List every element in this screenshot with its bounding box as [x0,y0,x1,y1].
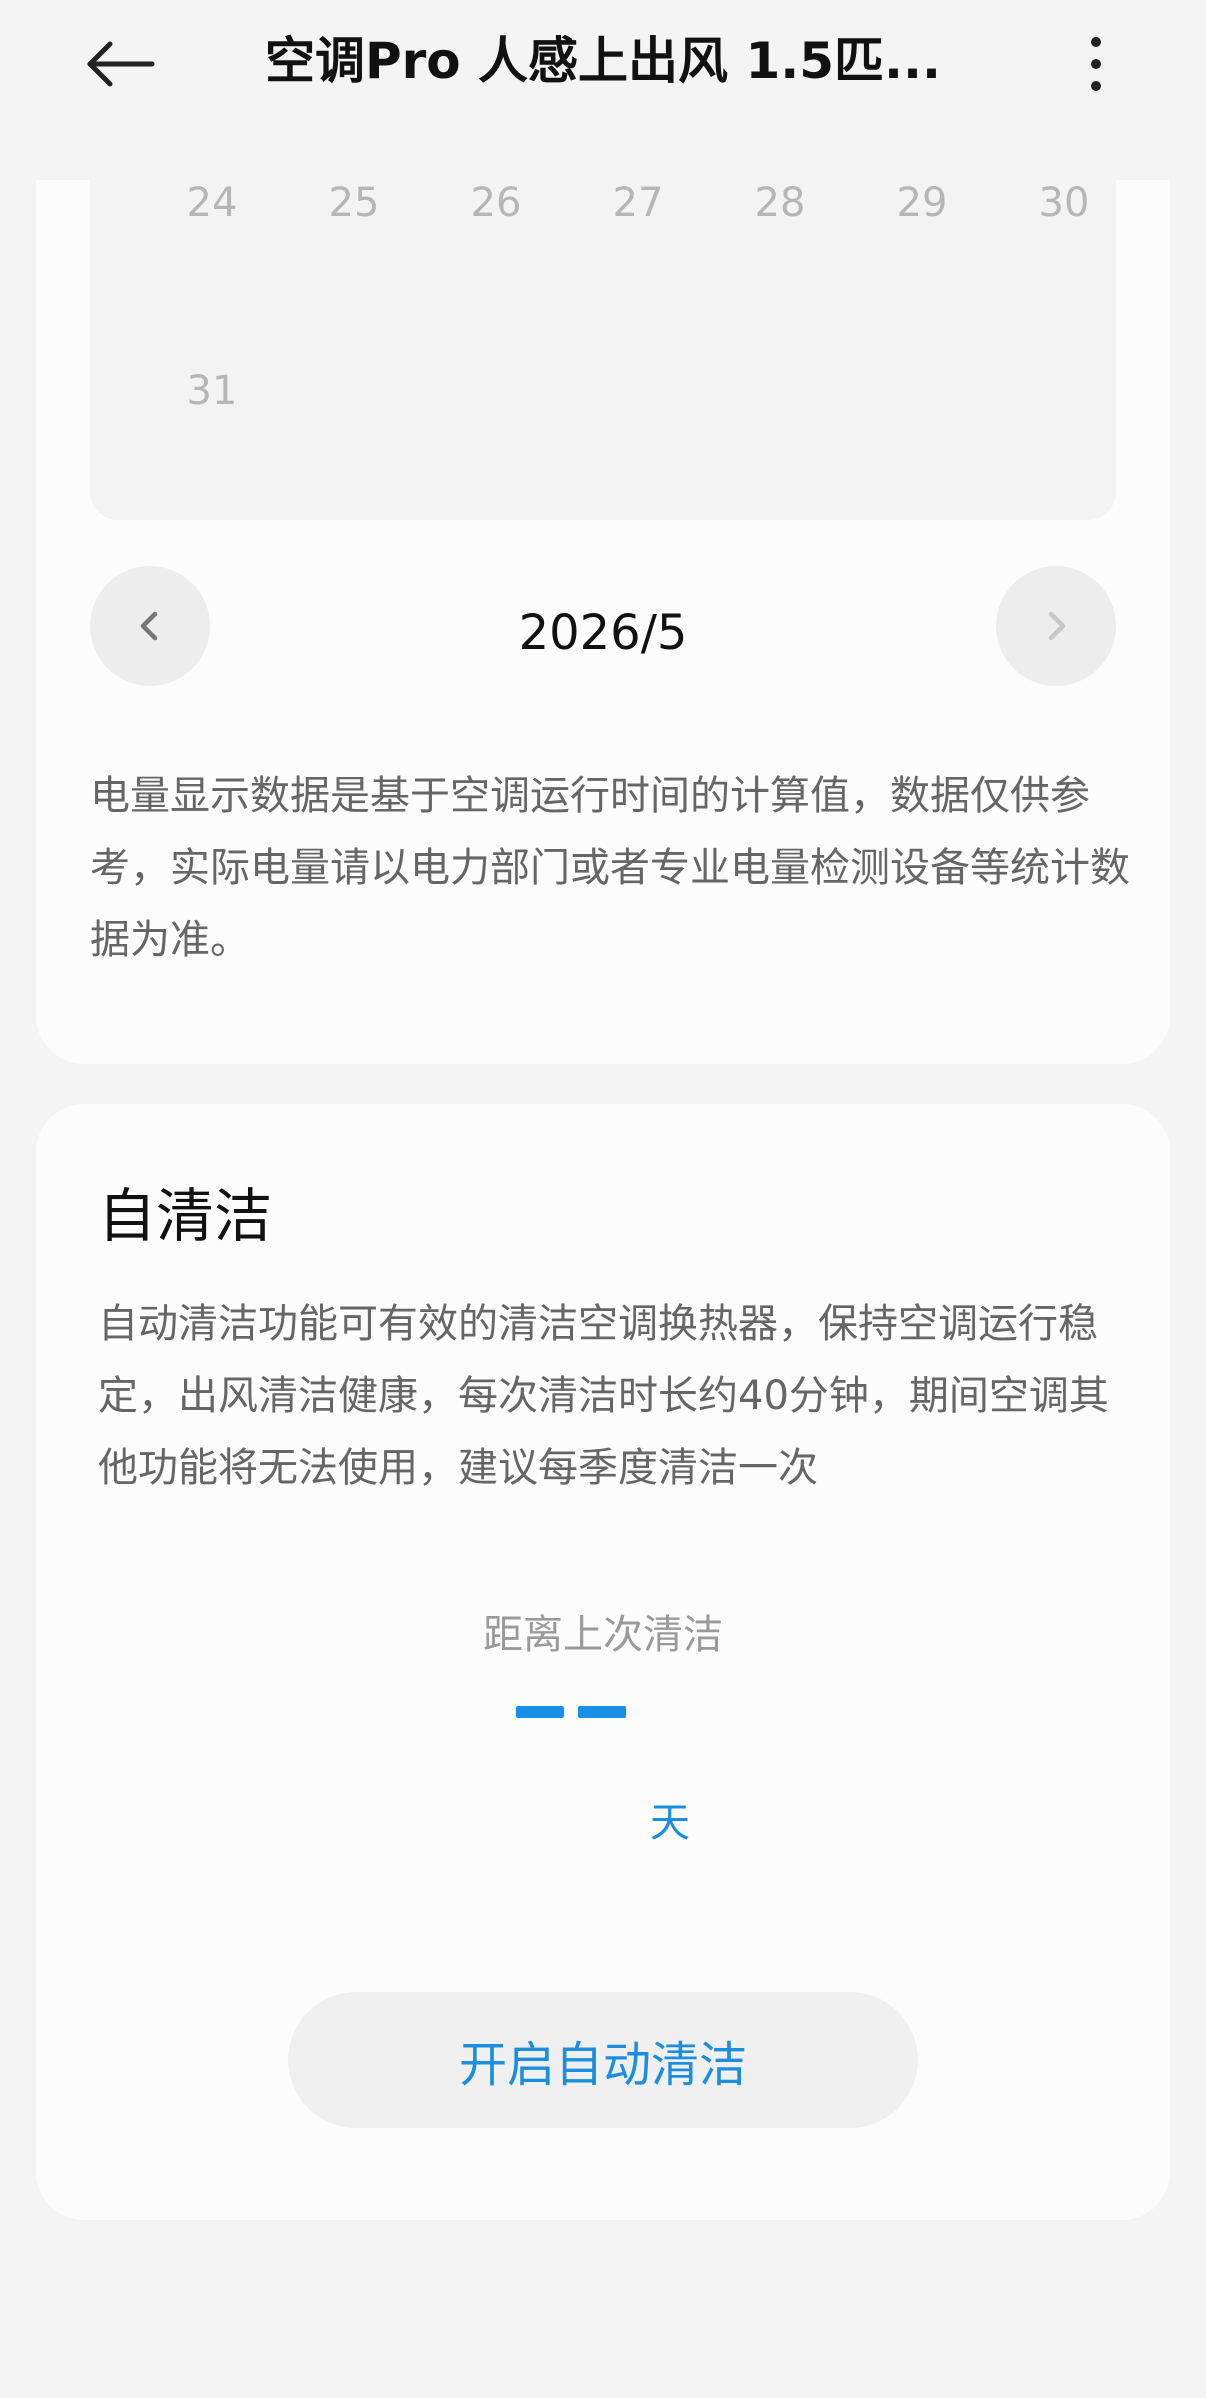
calendar-day[interactable]: 28 [730,180,830,226]
more-vertical-icon [1091,37,1101,91]
calendar-day[interactable]: 31 [162,368,262,414]
top-app-bar: 空调Pro 人感上出风 1.5匹... [0,0,1206,180]
self-clean-title: 自清洁 [98,1182,273,1250]
calendar-day[interactable]: 30 [1014,180,1114,226]
next-month-button[interactable] [996,566,1116,686]
calendar-day[interactable]: 25 [304,180,404,226]
calendar-day[interactable]: 24 [162,180,262,226]
calendar-day[interactable]: 26 [446,180,546,226]
app-screen: 24 25 26 27 28 29 30 31 2026/5 电量显示数据是基于… [0,0,1206,2398]
days-unit: 天 [650,1800,690,1846]
page-title: 空调Pro 人感上出风 1.5匹... [264,32,942,90]
chevron-left-icon [140,611,158,641]
empty-value-dash [516,1706,564,1718]
energy-card: 24 25 26 27 28 29 30 31 2026/5 电量显示数据是基于… [36,60,1170,1064]
empty-value-dash [578,1706,626,1718]
since-last-clean-label: 距离上次清洁 [483,1612,723,1658]
calendar-day[interactable]: 27 [588,180,688,226]
self-clean-card: 自清洁 自动清洁功能可有效的清洁空调换热器，保持空调运行稳定，出风清洁健康，每次… [36,1104,1170,2220]
prev-month-button[interactable] [90,566,210,686]
calendar-day[interactable]: 29 [872,180,972,226]
start-auto-clean-button[interactable]: 开启自动清洁 [288,1992,918,2128]
back-button[interactable] [80,24,160,104]
more-button[interactable] [1060,24,1132,104]
chevron-right-icon [1048,611,1066,641]
days-since-value [516,1706,626,1718]
month-label: 2026/5 [518,605,688,661]
arrow-left-icon [87,41,155,87]
self-clean-description: 自动清洁功能可有效的清洁空调换热器，保持空调运行稳定，出风清洁健康，每次清洁时长… [98,1301,1109,1491]
energy-disclaimer: 电量显示数据是基于空调运行时间的计算值，数据仅供参考，实际电量请以电力部门或者专… [90,773,1130,963]
